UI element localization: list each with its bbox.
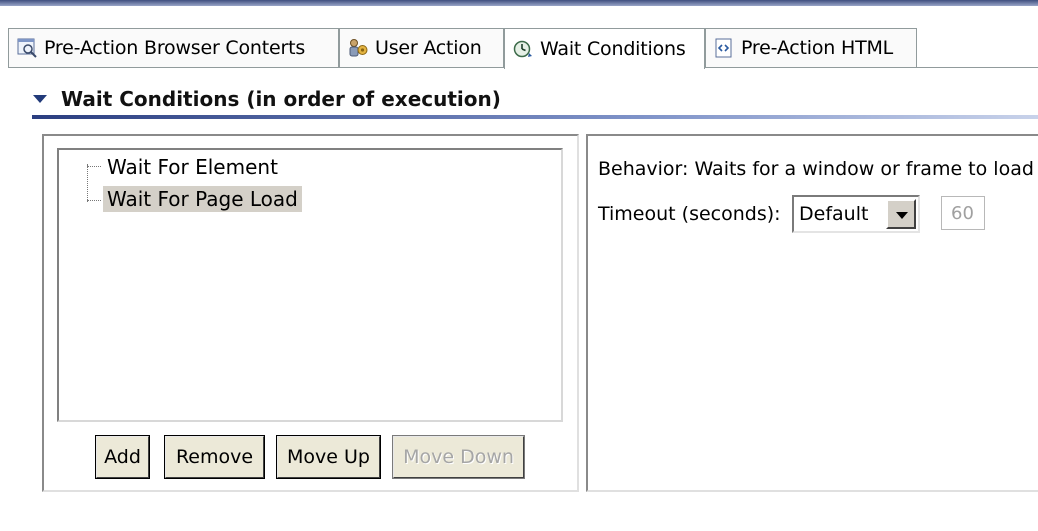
add-button[interactable]: Add bbox=[95, 435, 150, 479]
tree-guide-line bbox=[87, 166, 101, 167]
tab-user-action[interactable]: User Action bbox=[339, 28, 504, 67]
tab-pre-action-html[interactable]: Pre-Action HTML bbox=[705, 28, 917, 67]
tab-pre-action-browser-contents[interactable]: Pre-Action Browser Conterts bbox=[8, 28, 339, 67]
timeout-select[interactable]: Default bbox=[792, 195, 920, 233]
wait-conditions-icon bbox=[512, 38, 534, 60]
timeout-select-value: Default bbox=[799, 203, 869, 225]
move-up-button[interactable]: Move Up bbox=[276, 435, 381, 479]
conditions-tree[interactable]: Wait For Element Wait For Page Load bbox=[57, 148, 563, 422]
tree-item-wait-for-element[interactable]: Wait For Element bbox=[103, 154, 282, 180]
tab-label: User Action bbox=[375, 37, 482, 59]
timeout-label: Timeout (seconds): bbox=[598, 203, 781, 225]
move-down-button[interactable]: Move Down bbox=[392, 435, 525, 479]
tab-bar: Pre-Action Browser Conterts User Action … bbox=[8, 28, 1038, 69]
window-top-border bbox=[0, 0, 1038, 6]
chevron-down-icon bbox=[896, 212, 908, 219]
browser-preview-icon bbox=[16, 37, 38, 59]
tab-label: Wait Conditions bbox=[540, 38, 686, 60]
tree-item-wait-for-page-load[interactable]: Wait For Page Load bbox=[103, 186, 302, 212]
section-title: Wait Conditions (in order of execution) bbox=[61, 87, 501, 111]
tab-label: Pre-Action HTML bbox=[741, 37, 894, 59]
tab-label: Pre-Action Browser Conterts bbox=[44, 37, 306, 59]
behavior-text: Behavior: Waits for a window or frame to… bbox=[598, 158, 1034, 180]
html-icon bbox=[713, 37, 735, 59]
tree-guide-line bbox=[87, 200, 101, 201]
condition-details-panel bbox=[586, 134, 1038, 492]
timeout-seconds-field[interactable]: 60 bbox=[941, 196, 985, 230]
section-header[interactable]: Wait Conditions (in order of execution) bbox=[33, 84, 501, 114]
user-action-icon bbox=[347, 37, 369, 59]
dropdown-button[interactable] bbox=[886, 199, 916, 229]
tree-guide-line bbox=[87, 164, 88, 202]
tab-wait-conditions[interactable]: Wait Conditions bbox=[504, 28, 705, 69]
remove-button[interactable]: Remove bbox=[164, 435, 265, 479]
section-divider bbox=[32, 115, 1038, 119]
collapse-arrow-icon[interactable] bbox=[33, 95, 47, 103]
